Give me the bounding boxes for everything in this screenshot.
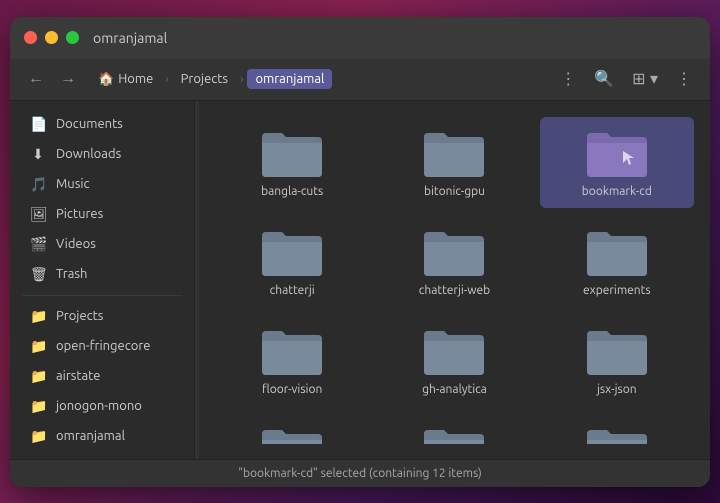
folder-icon-partial-3 [585,424,649,444]
download-icon: ⬇ [30,146,46,163]
folder-partial-2[interactable] [377,414,531,444]
folder-bitonic-gpu[interactable]: bitonic-gpu [377,117,531,208]
view-icon: ⊞ [632,71,645,88]
folder-label-chatterji: chatterji [270,284,315,297]
toolbar: ← → 🏠 Home › Projects › omranjamal ⋮ 🔍 ⊞ [10,59,710,101]
window-title: omranjamal [93,30,167,46]
videos-icon: 🎬 [30,236,46,253]
nav-buttons: ← → [22,67,82,91]
folder-label-bangla-cuts: bangla-cuts [261,185,323,198]
folder-label-bookmark-cd: bookmark-cd [582,185,652,198]
folder-icon-partial-2 [422,424,486,444]
sidebar-item-open-fringecore[interactable]: 📁 open-fringecore [14,332,190,361]
breadcrumb-home[interactable]: 🏠 Home [90,69,161,90]
file-grid: bangla-cuts bitonic-gpu [215,117,694,444]
folder-label-bitonic-gpu: bitonic-gpu [424,185,485,198]
music-icon: 🎵 [30,176,46,193]
status-text: "bookmark-cd" selected (containing 12 it… [238,467,482,480]
sidebar-item-music[interactable]: 🎵 Music [14,170,190,199]
statusbar: "bookmark-cd" selected (containing 12 it… [10,459,710,487]
breadcrumb-current[interactable]: omranjamal [247,69,332,89]
folder-icon-experiments [585,226,649,278]
folder-label-floor-vision: floor-vision [262,383,322,396]
folder-partial-3[interactable] [540,414,694,444]
folder-icon-airstate: 📁 [30,368,46,385]
folder-label-chatterji-web: chatterji-web [419,284,490,297]
folder-icon-gh-analytica [422,325,486,377]
folder-icon-bookmark-cd [585,127,649,179]
trash-icon: 🗑 [30,266,46,283]
folder-floor-vision[interactable]: floor-vision [215,315,369,406]
sidebar-item-documents[interactable]: 📄 Documents [14,110,190,139]
sidebar-item-projects[interactable]: 📁 Projects [14,302,190,331]
folder-partial-1[interactable] [215,414,369,444]
breadcrumb-sep-2: › [240,73,243,86]
folder-gh-analytica[interactable]: gh-analytica [377,315,531,406]
sidebar-item-pictures[interactable]: 🖼 Pictures [14,200,190,229]
forward-button[interactable]: → [54,67,82,91]
breadcrumb: 🏠 Home › Projects › omranjamal [90,69,546,90]
folder-chatterji[interactable]: chatterji [215,216,369,307]
pictures-icon: 🖼 [30,206,46,223]
folder-icon-omranjamal: 📁 [30,428,46,445]
sidebar-item-jonogon-mono[interactable]: 📁 jonogon-mono [14,392,190,421]
sidebar-divider [22,295,182,296]
folder-icon-jonogon: 📁 [30,398,46,415]
folder-icon-fringecore: 📁 [30,338,46,355]
folder-label-experiments: experiments [583,284,651,297]
sidebar-item-downloads[interactable]: ⬇ Downloads [14,140,190,169]
close-button[interactable] [24,31,37,44]
folder-label-gh-analytica: gh-analytica [422,383,487,396]
dropdown-icon: ▾ [650,71,658,88]
titlebar: omranjamal [10,17,710,59]
search-button[interactable]: 🔍 [588,65,620,93]
sidebar: 📄 Documents ⬇ Downloads 🎵 Music 🖼 Pictur… [10,101,195,459]
folder-bangla-cuts[interactable]: bangla-cuts [215,117,369,208]
folder-icon-chatterji [260,226,324,278]
folder-icon-floor-vision [260,325,324,377]
folder-icon-chatterji-web [422,226,486,278]
back-button[interactable]: ← [22,67,50,91]
sidebar-item-omranjamal[interactable]: 📁 omranjamal [14,422,190,451]
file-manager-window: omranjamal ← → 🏠 Home › Projects › omran… [10,17,710,487]
sidebar-item-videos[interactable]: 🎬 Videos [14,230,190,259]
folder-icon-jsx-json [585,325,649,377]
menu-button[interactable]: ⋮ [554,65,582,93]
search-icon: 🔍 [594,71,614,88]
breadcrumb-sep-1: › [165,73,168,86]
document-icon: 📄 [30,116,46,133]
folder-icon-projects: 📁 [30,308,46,325]
folder-experiments[interactable]: experiments [540,216,694,307]
window-controls [24,31,79,44]
main-area: 📄 Documents ⬇ Downloads 🎵 Music 🖼 Pictur… [10,101,710,459]
more-button[interactable]: ⋮ [670,65,698,93]
folder-icon-bitonic-gpu [422,127,486,179]
folder-icon-bangla-cuts [260,127,324,179]
folder-label-jsx-json: jsx-json [597,383,637,396]
folder-bookmark-cd[interactable]: bookmark-cd [540,117,694,208]
folder-icon-partial-1 [260,424,324,444]
file-area: bangla-cuts bitonic-gpu [199,101,710,459]
sidebar-item-airstate[interactable]: 📁 airstate [14,362,190,391]
folder-chatterji-web[interactable]: chatterji-web [377,216,531,307]
sidebar-item-trash[interactable]: 🗑 Trash [14,260,190,289]
home-icon: 🏠 [98,72,114,87]
maximize-button[interactable] [66,31,79,44]
toolbar-actions: ⋮ 🔍 ⊞ ▾ ⋮ [554,65,698,93]
folder-jsx-json[interactable]: jsx-json [540,315,694,406]
breadcrumb-projects[interactable]: Projects [173,69,236,89]
minimize-button[interactable] [45,31,58,44]
view-button[interactable]: ⊞ ▾ [626,65,664,93]
